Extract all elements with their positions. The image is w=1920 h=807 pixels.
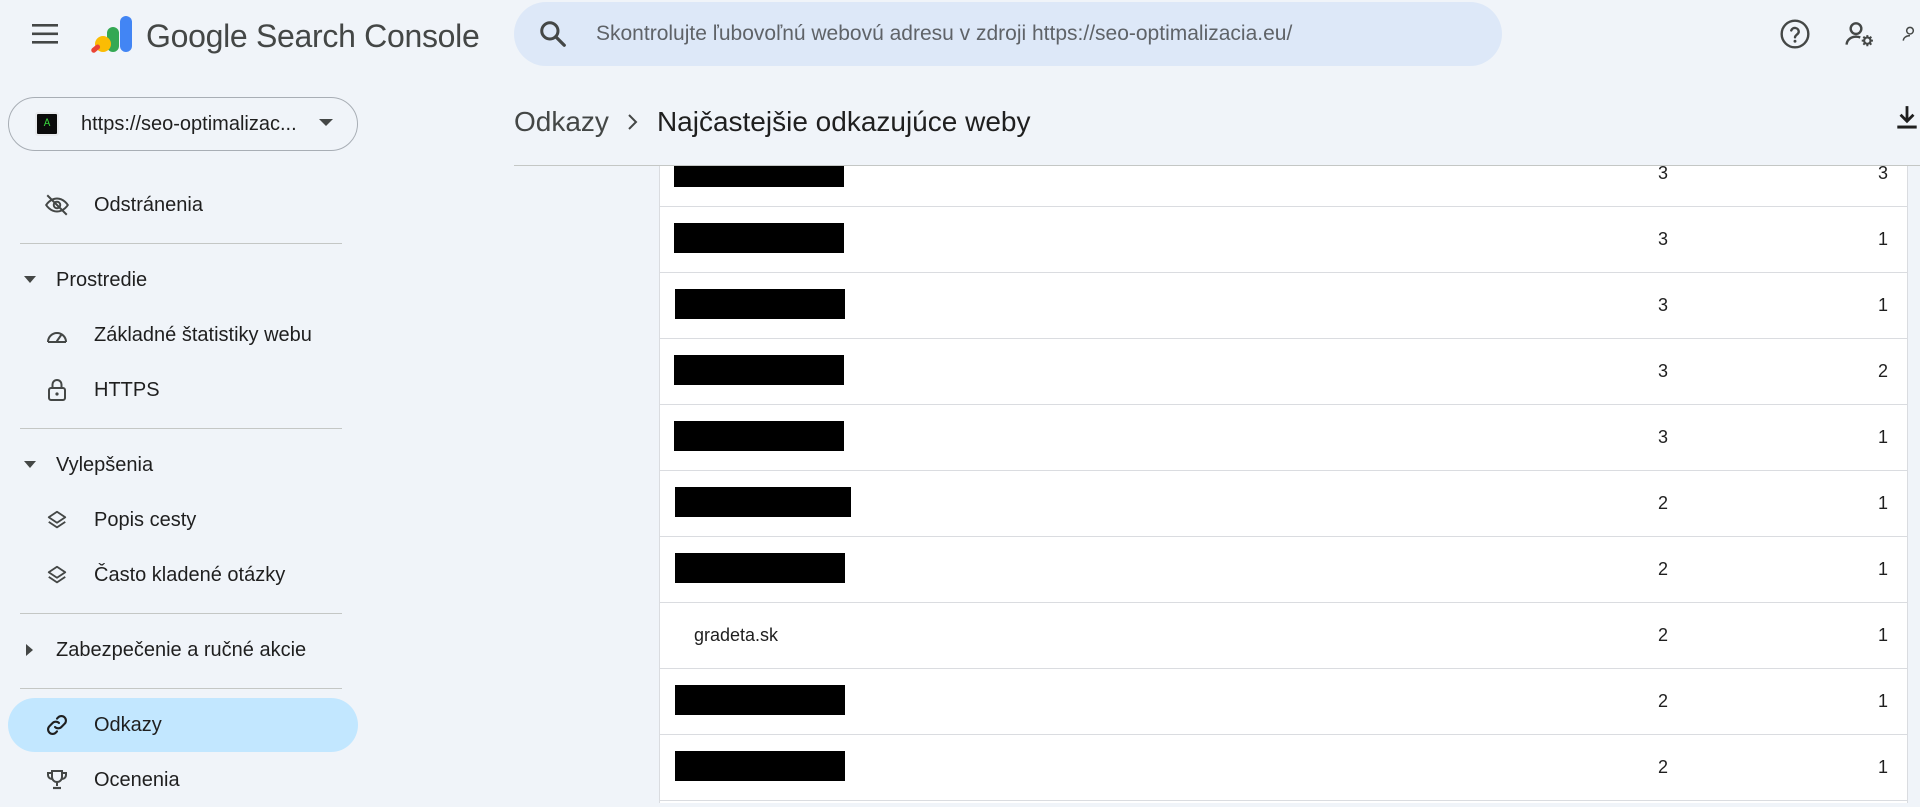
cell-pages: 1: [1877, 757, 1888, 777]
cell-pages: 3: [1877, 166, 1888, 183]
collapse-arrow-icon: [22, 642, 38, 658]
sidebar-divider: [20, 688, 342, 689]
cell-links: 3: [1657, 295, 1668, 315]
layers-icon: [44, 507, 70, 533]
manage-users-icon[interactable]: [1840, 14, 1880, 54]
cell-pages: 2: [1877, 361, 1888, 381]
table-row[interactable]: gradeta.sk 2 1: [660, 603, 1907, 669]
menu-icon[interactable]: [26, 14, 66, 54]
section-security[interactable]: Zabezpečenie a ručné akcie: [22, 630, 306, 670]
cell-pages: 1: [1877, 229, 1888, 249]
sidebar-item-label: Často kladené otázky: [94, 563, 286, 586]
table-row[interactable]: 3 1: [660, 207, 1907, 273]
table-row[interactable]: 2 1: [660, 669, 1907, 735]
search-console-logo-icon: [91, 16, 132, 53]
table-row[interactable]: 3 2: [660, 339, 1907, 405]
table-row[interactable]: 2 1: [660, 471, 1907, 537]
sidebar-divider: [20, 428, 342, 429]
app-title-google: Google: [146, 17, 248, 54]
redacted-domain: [674, 421, 844, 451]
cell-links: 2: [1657, 757, 1668, 777]
property-label: https://seo-optimalizac...: [81, 112, 297, 135]
cell-pages: 1: [1877, 691, 1888, 711]
app-title: Google Search Console: [146, 17, 480, 55]
visibility-off-icon: [44, 192, 70, 218]
speed-icon: [44, 322, 70, 348]
search-icon[interactable]: [538, 19, 568, 49]
section-label: Vylepšenia: [56, 453, 154, 476]
redacted-domain: [674, 355, 844, 385]
cell-links: 3: [1657, 361, 1668, 381]
page-header: Odkazy Najčastejšie odkazujúce weby: [514, 70, 1920, 166]
app-title-product: Search Console: [255, 17, 480, 54]
expand-arrow-icon: [22, 272, 38, 288]
lock-icon: [44, 377, 70, 403]
cell-links: 3: [1657, 229, 1668, 249]
sidebar-item-https[interactable]: HTTPS: [8, 363, 358, 417]
table-row[interactable]: 2 1: [660, 735, 1907, 801]
redacted-domain: [675, 751, 845, 781]
redacted-domain: [674, 166, 844, 187]
site-favicon: A: [35, 112, 59, 136]
breadcrumb-parent-link[interactable]: Odkazy: [514, 106, 609, 138]
table-row[interactable]: 3 1: [660, 405, 1907, 471]
sidebar-item-label: Popis cesty: [94, 508, 197, 531]
table-row[interactable]: 2 1: [660, 537, 1907, 603]
cell-pages: 1: [1877, 427, 1888, 447]
sidebar-item-faq[interactable]: Často kladené otázky: [8, 548, 358, 602]
sidebar-item-breadcrumbs[interactable]: Popis cesty: [8, 493, 358, 547]
redacted-domain: [674, 223, 844, 253]
section-experience[interactable]: Prostredie: [22, 260, 147, 300]
sidebar-item-removals[interactable]: Odstránenia: [8, 178, 358, 232]
expand-arrow-icon: [22, 457, 38, 473]
cell-pages: 1: [1877, 559, 1888, 579]
dropdown-arrow-icon: [319, 119, 333, 126]
sidebar-divider: [20, 243, 342, 244]
redacted-domain: [675, 289, 845, 319]
section-label: Prostredie: [56, 268, 148, 291]
section-label: Zabezpečenie a ručné akcie: [56, 638, 307, 661]
cell-links: 2: [1657, 493, 1668, 513]
cell-links: 3: [1657, 166, 1668, 183]
sidebar-item-label: Ocenenia: [94, 768, 180, 791]
sidebar-item-label: HTTPS: [94, 378, 160, 401]
cell-links: 3: [1657, 427, 1668, 447]
property-selector[interactable]: A https://seo-optimalizac...: [8, 97, 358, 151]
sidebar-item-label: Základné štatistiky webu: [94, 323, 312, 346]
top-bar: Google Search Console: [0, 0, 1920, 70]
table-row[interactable]: 3 3: [660, 166, 1907, 207]
account-icon[interactable]: [1900, 14, 1920, 54]
download-icon[interactable]: [1894, 104, 1920, 137]
search-console-logo[interactable]: Google Search Console: [90, 14, 480, 58]
sidebar-item-awards[interactable]: Ocenenia: [8, 753, 358, 807]
help-icon[interactable]: [1775, 14, 1815, 54]
page-title: Najčastejšie odkazujúce weby: [656, 106, 1031, 137]
redacted-domain: [675, 685, 845, 715]
cell-pages: 1: [1877, 625, 1888, 645]
section-enhancements[interactable]: Vylepšenia: [22, 445, 153, 485]
redacted-domain: [675, 487, 851, 517]
cell-pages: 1: [1877, 295, 1888, 315]
table-row[interactable]: 3 1: [660, 273, 1907, 339]
cell-links: 2: [1657, 691, 1668, 711]
sidebar: A https://seo-optimalizac... Odstránenia…: [0, 70, 360, 803]
cell-links: 2: [1657, 625, 1668, 645]
sidebar-item-links[interactable]: Odkazy: [8, 698, 358, 752]
link-icon: [44, 712, 70, 738]
cell-domain[interactable]: gradeta.sk: [694, 625, 778, 646]
cell-pages: 1: [1877, 493, 1888, 513]
breadcrumb: Odkazy Najčastejšie odkazujúce weby: [514, 106, 1030, 138]
search-input[interactable]: [596, 22, 1476, 46]
layers-icon: [44, 562, 70, 588]
sidebar-divider: [20, 613, 342, 614]
sidebar-item-label: Odstránenia: [94, 193, 203, 216]
url-inspection-search[interactable]: [514, 2, 1502, 66]
redacted-domain: [675, 553, 845, 583]
referring-sites-table: 3 3 3 1 3 1 3 2 3 1 2 1 2 1 gradeta.sk 2…: [659, 166, 1908, 803]
sidebar-item-core-web-vitals[interactable]: Základné štatistiky webu: [8, 308, 358, 362]
sidebar-item-label: Odkazy: [94, 713, 162, 736]
chevron-right-icon: [627, 113, 639, 131]
cell-links: 2: [1657, 559, 1668, 579]
trophy-icon: [44, 767, 70, 793]
